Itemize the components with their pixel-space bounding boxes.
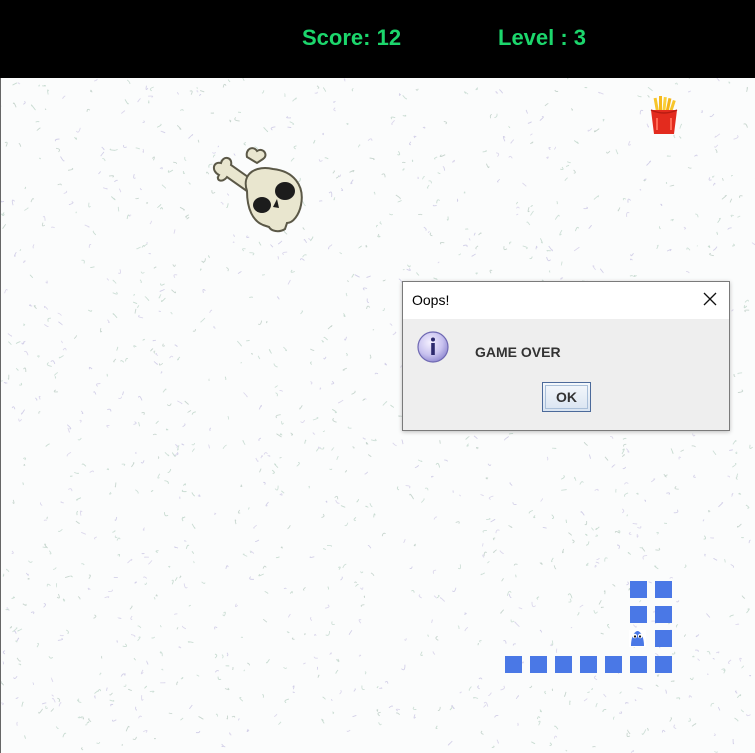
- snake-segment: [630, 581, 647, 598]
- snake-segment: [505, 656, 522, 673]
- close-icon[interactable]: [701, 290, 719, 308]
- info-icon: [417, 331, 449, 363]
- game-over-dialog: Oops! GAME OVER OK: [402, 281, 730, 431]
- snake-segment: [655, 656, 672, 673]
- snake-segment: [655, 630, 672, 647]
- status-bar: Score: 12 Level : 3: [0, 0, 755, 78]
- snake-segment: [530, 656, 547, 673]
- level-label: Level : 3: [498, 25, 587, 50]
- dialog-titlebar: Oops!: [403, 282, 729, 319]
- snake-segment: [655, 606, 672, 623]
- snake-head-icon: [629, 630, 646, 647]
- snake-segment: [630, 606, 647, 623]
- snake-segment: [630, 656, 647, 673]
- dialog-message: GAME OVER: [475, 344, 561, 360]
- snake-segment: [580, 656, 597, 673]
- game-window: Score: 12 Level : 3 Oops! GAME OVER OK: [0, 0, 755, 753]
- snake-segment: [655, 581, 672, 598]
- snake-segment: [605, 656, 622, 673]
- dialog-title: Oops!: [412, 292, 450, 308]
- fries-icon: [650, 96, 678, 134]
- snake-segment: [555, 656, 572, 673]
- ok-button[interactable]: OK: [542, 382, 591, 412]
- score-label: Score: 12: [302, 25, 402, 50]
- skull-crossbones-icon: [213, 147, 303, 233]
